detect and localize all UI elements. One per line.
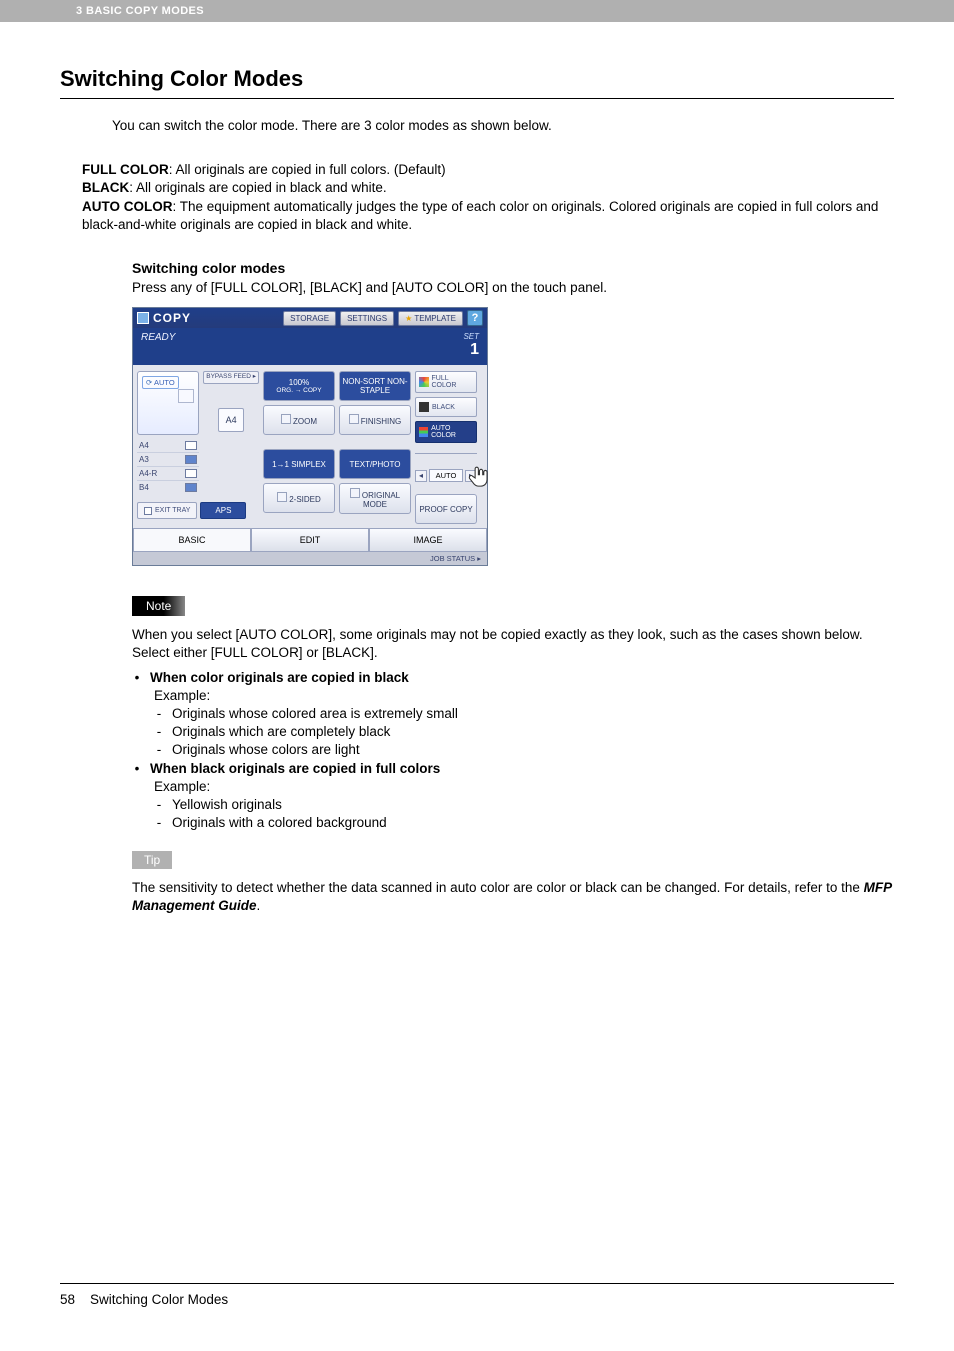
two-sided-button[interactable]: 2-SIDED (263, 483, 335, 513)
note-case1-item: Originals whose colored area is extremel… (172, 705, 458, 723)
paper-tray-list: A4 A3 A4-R B4 (137, 439, 199, 494)
full-color-icon (419, 377, 429, 387)
example-label-2: Example: (154, 778, 894, 796)
paper-preview: AUTO (137, 371, 199, 435)
note-intro: When you select [AUTO COLOR], some origi… (132, 626, 894, 662)
sort-header: NON-SORT NON-STAPLE (339, 371, 411, 401)
pointer-hand-icon (467, 465, 493, 491)
tray-icon (144, 507, 152, 515)
auto-color-desc: : The equipment automatically judges the… (82, 199, 878, 232)
note-case2-item: Yellowish originals (172, 796, 282, 814)
page-title: Switching Color Modes (60, 66, 894, 92)
tray-row: B4 (137, 481, 199, 494)
zoom-icon (281, 414, 291, 424)
black-desc: : All originals are copied in black and … (129, 180, 386, 195)
tip-badge: Tip (132, 851, 172, 869)
job-status-button[interactable]: JOB STATUS ▸ (133, 552, 487, 565)
proof-copy-button[interactable]: PROOF COPY (415, 494, 477, 524)
settings-button[interactable]: SETTINGS (340, 311, 394, 326)
density-auto-label[interactable]: AUTO (429, 469, 463, 482)
black-label: BLACK (82, 180, 129, 195)
copy-icon (137, 312, 149, 324)
tray-row: A3 (137, 453, 199, 467)
original-mode-button[interactable]: ORIGINAL MODE (339, 483, 411, 514)
full-color-button[interactable]: FULL COLOR (415, 371, 477, 393)
ready-label: READY (141, 332, 175, 359)
title-rule (60, 98, 894, 99)
sub-heading: Switching color modes (132, 260, 894, 276)
set-count: 1 (470, 341, 479, 358)
storage-button[interactable]: STORAGE (283, 311, 336, 326)
aps-button[interactable]: APS (200, 502, 246, 519)
full-color-label: FULL COLOR (82, 162, 169, 177)
touch-panel-screenshot: COPY STORAGE SETTINGS TEMPLATE ? READY S… (132, 307, 488, 566)
exit-tray-button[interactable]: EXIT TRAY (137, 502, 197, 519)
sub-text: Press any of [FULL COLOR], [BLACK] and [… (132, 280, 894, 295)
page-header-bar: 3 BASIC COPY MODES (0, 0, 954, 22)
tab-image[interactable]: IMAGE (369, 528, 487, 552)
auto-badge: AUTO (142, 376, 179, 389)
zoom-header: 100% ORG. → COPY (263, 371, 335, 401)
auto-color-icon (419, 427, 428, 437)
note-case2-item: Originals with a colored background (172, 814, 387, 832)
tab-basic[interactable]: BASIC (133, 528, 251, 552)
intro-text: You can switch the color mode. There are… (112, 117, 894, 135)
density-scale (415, 453, 477, 463)
panel-title: COPY (153, 311, 191, 325)
example-label: Example: (154, 687, 894, 705)
note-case1-item: Originals whose colors are light (172, 741, 360, 759)
selected-size[interactable]: A4 (218, 408, 244, 432)
black-icon (419, 402, 429, 412)
set-label: SET (463, 332, 479, 341)
help-button[interactable]: ? (467, 310, 483, 326)
tip-text: The sensitivity to detect whether the da… (132, 879, 894, 915)
page-number: 58 (60, 1292, 75, 1307)
note-case2-heading: When black originals are copied in full … (150, 760, 440, 778)
color-modes-block: FULL COLOR: All originals are copied in … (82, 161, 894, 234)
paper-icon (178, 389, 194, 403)
twoside-icon (277, 492, 287, 502)
tab-edit[interactable]: EDIT (251, 528, 369, 552)
note-badge: Note (132, 596, 185, 616)
simplex-header: 1→1 SIMPLEX (263, 449, 335, 479)
textphoto-header: TEXT/PHOTO (339, 449, 411, 479)
auto-color-label: AUTO COLOR (82, 199, 173, 214)
page-footer: 58 Switching Color Modes (60, 1283, 894, 1307)
chapter-label: 3 BASIC COPY MODES (76, 5, 204, 17)
density-left-button[interactable]: ◂ (415, 470, 427, 482)
original-icon (350, 488, 360, 498)
auto-color-button[interactable]: AUTO COLOR (415, 421, 477, 443)
finishing-button[interactable]: FINISHING (339, 405, 411, 435)
bypass-feed-button[interactable]: BYPASS FEED ▸ (203, 371, 259, 384)
footer-title: Switching Color Modes (90, 1292, 228, 1307)
black-button[interactable]: BLACK (415, 397, 477, 417)
tray-row: A4 (137, 439, 199, 453)
note-case1-item: Originals which are completely black (172, 723, 390, 741)
zoom-button[interactable]: ZOOM (263, 405, 335, 435)
note-case1-heading: When color originals are copied in black (150, 669, 409, 687)
full-color-desc: : All originals are copied in full color… (169, 162, 446, 177)
finishing-icon (349, 414, 359, 424)
tray-row: A4-R (137, 467, 199, 481)
template-button[interactable]: TEMPLATE (398, 311, 463, 326)
